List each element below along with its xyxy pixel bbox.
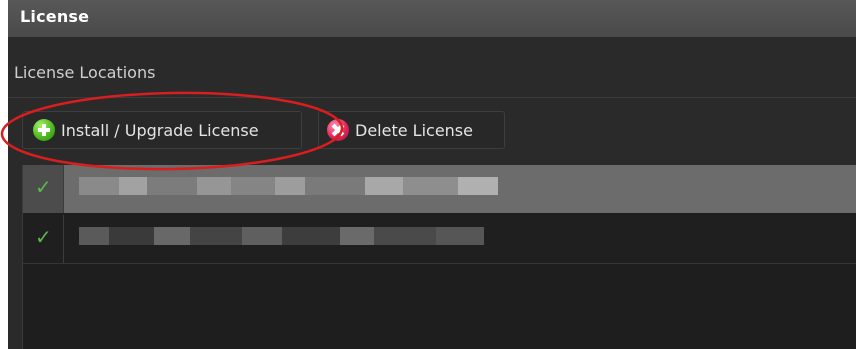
- section-title: License Locations: [14, 63, 156, 82]
- license-dialog: License License Locations Install / Upgr…: [0, 0, 856, 349]
- title-bar: License: [8, 0, 856, 37]
- license-row[interactable]: ✓: [23, 215, 856, 264]
- status-cell: ✓: [23, 165, 64, 213]
- delete-license-label: Delete License: [355, 120, 473, 140]
- checkmark-icon: ✓: [35, 175, 52, 199]
- redaction-mosaic: [79, 177, 498, 195]
- window-title: License: [20, 7, 90, 26]
- license-panel: License Locations Install / Upgrade Lice…: [8, 37, 856, 349]
- section-divider: [8, 97, 856, 98]
- remove-circle-icon: [327, 119, 349, 141]
- delete-license-button[interactable]: Delete License: [318, 111, 505, 149]
- status-cell: ✓: [23, 215, 64, 263]
- license-list[interactable]: ✓ ✓: [22, 165, 856, 349]
- install-upgrade-license-label: Install / Upgrade License: [61, 120, 259, 140]
- window-edge: [0, 0, 8, 349]
- checkmark-icon: ✓: [35, 225, 52, 249]
- add-circle-icon: [33, 119, 55, 141]
- redaction-mosaic: [79, 227, 484, 245]
- license-row-selected[interactable]: ✓: [23, 165, 856, 213]
- install-upgrade-license-button[interactable]: Install / Upgrade License: [22, 111, 302, 149]
